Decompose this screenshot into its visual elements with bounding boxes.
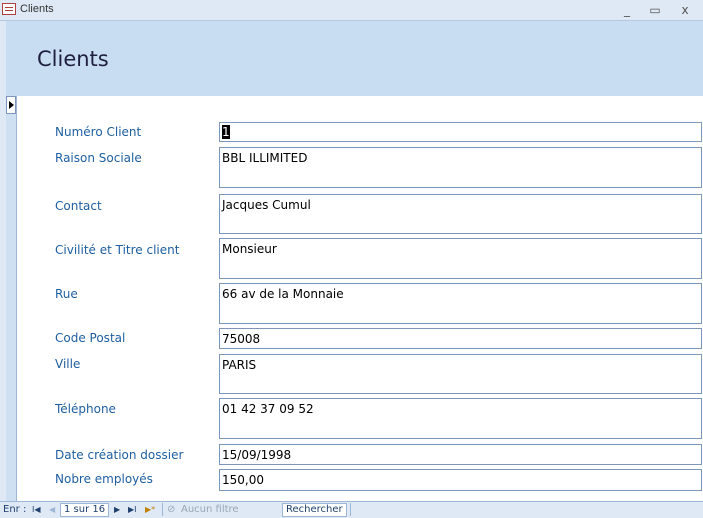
current-record-arrow-icon xyxy=(9,101,14,109)
last-record-button[interactable]: ▶I xyxy=(128,505,137,514)
previous-record-button[interactable]: ◀ xyxy=(49,505,55,514)
filter-status[interactable]: Aucun filtre xyxy=(181,504,239,515)
civilite-field[interactable]: Monsieur xyxy=(219,238,702,279)
code-postal-field[interactable]: 75008 xyxy=(219,328,702,349)
minimize-button[interactable]: _ xyxy=(619,2,635,18)
date-creation-field[interactable]: 15/09/1998 xyxy=(219,444,702,465)
label-civilite: Civilité et Titre client xyxy=(55,243,180,257)
telephone-field[interactable]: 01 42 37 09 52 xyxy=(219,398,702,439)
rue-field[interactable]: 66 av de la Monnaie xyxy=(219,283,702,324)
raison-sociale-field[interactable]: BBL ILLIMITED xyxy=(219,147,702,188)
label-telephone: Téléphone xyxy=(55,402,116,416)
nav-separator-end xyxy=(350,503,351,516)
numero-client-field[interactable]: 1 xyxy=(219,122,702,142)
label-ville: Ville xyxy=(55,357,81,371)
label-raison-sociale: Raison Sociale xyxy=(55,151,142,165)
record-label: Enr : xyxy=(3,504,27,515)
next-record-button[interactable]: ▶ xyxy=(114,505,120,514)
nombre-employes-field[interactable]: 150,00 xyxy=(219,469,702,491)
numero-client-value: 1 xyxy=(222,125,230,139)
nav-separator xyxy=(162,503,163,516)
window-title: Clients xyxy=(20,3,54,15)
ville-field[interactable]: PARIS xyxy=(219,354,702,394)
contact-field[interactable]: Jacques Cumul xyxy=(219,194,702,234)
label-nombre-employes: Nobre employés xyxy=(55,472,153,486)
form-title: Clients xyxy=(37,47,109,71)
first-record-button[interactable]: I◀ xyxy=(32,505,41,514)
search-input[interactable]: Rechercher xyxy=(282,503,347,517)
filter-icon: ⊘ xyxy=(167,504,176,515)
label-contact: Contact xyxy=(55,199,102,213)
label-rue: Rue xyxy=(55,287,78,301)
current-record-input[interactable]: 1 sur 16 xyxy=(60,503,110,517)
new-record-button[interactable]: ▶* xyxy=(145,505,155,514)
record-navigation-bar: Enr : I◀ ◀ 1 sur 16 ▶ ▶I ▶* ⊘ Aucun filt… xyxy=(0,501,703,518)
label-date-creation: Date création dossier xyxy=(55,448,184,462)
window-titlebar: Clients _ ▭ x xyxy=(0,0,703,21)
form-icon xyxy=(2,3,16,15)
label-numero-client: Numéro Client xyxy=(55,125,142,139)
label-code-postal: Code Postal xyxy=(55,331,126,345)
record-selector-bar xyxy=(6,96,17,501)
close-button[interactable]: x xyxy=(677,2,693,18)
maximize-button[interactable]: ▭ xyxy=(647,2,663,18)
form-header: Clients xyxy=(0,21,703,96)
record-selector[interactable] xyxy=(6,96,16,114)
